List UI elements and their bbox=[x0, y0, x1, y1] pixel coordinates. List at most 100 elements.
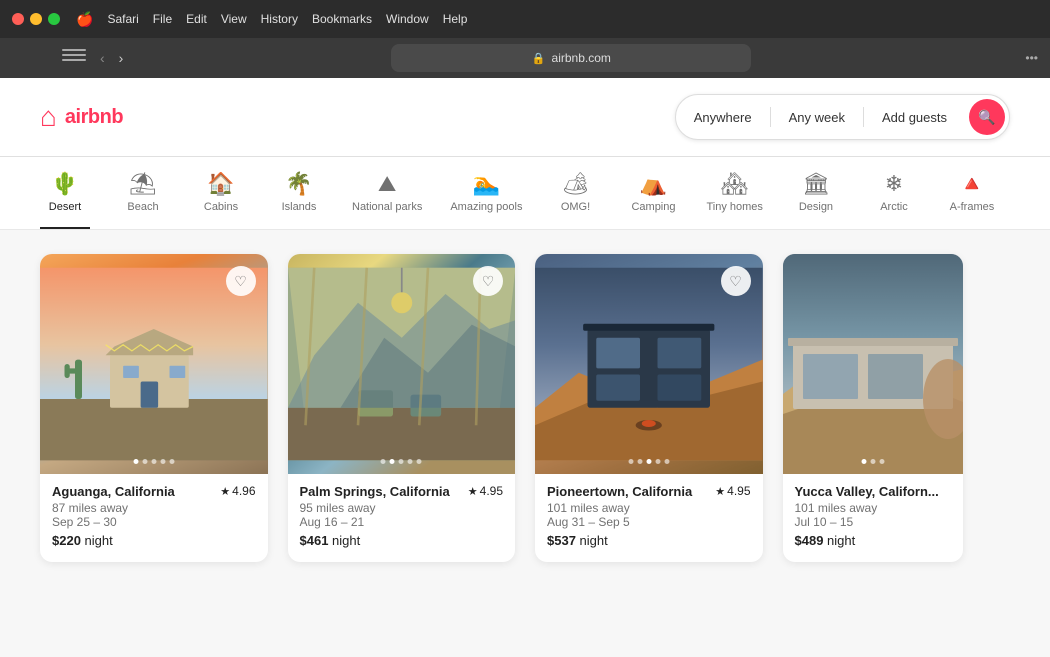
address-bar[interactable]: 🔒 airbnb.com bbox=[391, 44, 751, 72]
national-parks-label: National parks bbox=[352, 201, 422, 213]
listing-price-unit-1: night bbox=[85, 533, 113, 548]
design-label: Design bbox=[799, 201, 833, 213]
forward-button[interactable]: › bbox=[115, 48, 128, 68]
a-frames-label: A-frames bbox=[950, 201, 995, 213]
category-cabins[interactable]: 🏠 Cabins bbox=[196, 173, 246, 229]
mac-menu-bar: 🍎 Safari File Edit View History Bookmark… bbox=[0, 0, 1050, 38]
main-search-bar[interactable]: Anywhere Any week Add guests 🔍 bbox=[675, 94, 1010, 140]
airbnb-logo-icon: ⌂ bbox=[40, 101, 57, 133]
category-omg[interactable]: 🏕 OMG! bbox=[550, 173, 600, 229]
dot-3-4 bbox=[655, 459, 660, 464]
lock-icon: 🔒 bbox=[532, 52, 546, 65]
arctic-label: Arctic bbox=[880, 201, 908, 213]
browser-menu-dots[interactable]: ••• bbox=[1025, 51, 1038, 65]
back-button[interactable]: ‹ bbox=[96, 48, 109, 68]
islands-label: Islands bbox=[282, 201, 317, 213]
dot-3 bbox=[151, 459, 156, 464]
file-menu[interactable]: File bbox=[153, 12, 172, 26]
listing-price-unit-2: night bbox=[332, 533, 360, 548]
star-icon-1: ★ bbox=[220, 485, 230, 498]
dot-4 bbox=[160, 459, 165, 464]
listings-grid: ♡ Aguanga, California ★ 4.96 87 bbox=[0, 230, 1050, 586]
arctic-icon: ❄ bbox=[885, 173, 903, 195]
listing-card-2[interactable]: ♡ Palm Springs, California ★ 4.95 bbox=[288, 254, 516, 562]
browser-content: ⌂ airbnb Anywhere Any week Add guests 🔍 … bbox=[0, 78, 1050, 657]
category-arctic[interactable]: ❄ Arctic bbox=[869, 173, 919, 229]
listing-card-3[interactable]: ♡ Pioneertown, California ★ 4.95 bbox=[535, 254, 763, 562]
dot-4-3 bbox=[879, 459, 884, 464]
favorite-button-2[interactable]: ♡ bbox=[473, 266, 503, 296]
camping-label: Camping bbox=[631, 201, 675, 213]
dot-3-3 bbox=[646, 459, 651, 464]
edit-menu[interactable]: Edit bbox=[186, 12, 207, 26]
view-menu[interactable]: View bbox=[221, 12, 247, 26]
listing-dates-1: Sep 25 – 30 bbox=[52, 515, 256, 529]
listing-price-unit-4: night bbox=[827, 533, 855, 548]
add-guests-pill[interactable]: Add guests bbox=[864, 100, 965, 135]
listing-price-4: $489 night bbox=[795, 533, 951, 548]
category-beach[interactable]: ⛱ Beach bbox=[118, 173, 168, 229]
safari-menu[interactable]: Safari bbox=[107, 12, 138, 26]
amazing-pools-label: Amazing pools bbox=[450, 201, 522, 213]
maximize-button[interactable] bbox=[48, 13, 60, 25]
listing-dates-3: Aug 31 – Sep 5 bbox=[547, 515, 751, 529]
listing-distance-2: 95 miles away bbox=[300, 501, 504, 515]
listing-location-2: Palm Springs, California bbox=[300, 484, 450, 499]
category-design[interactable]: 🏛 Design bbox=[791, 173, 841, 229]
nav-arrows: ‹ › bbox=[96, 48, 127, 68]
category-tiny-homes[interactable]: 🏘 Tiny homes bbox=[706, 173, 762, 229]
listing-price-2: $461 night bbox=[300, 533, 504, 548]
dot-2-4 bbox=[408, 459, 413, 464]
tiny-homes-label: Tiny homes bbox=[706, 201, 762, 213]
listing-info-1: Aguanga, California ★ 4.96 87 miles away… bbox=[40, 474, 268, 562]
any-week-pill[interactable]: Any week bbox=[771, 100, 863, 135]
listing-info-2: Palm Springs, California ★ 4.95 95 miles… bbox=[288, 474, 516, 562]
listing-card-4[interactable]: Yucca Valley, Californ... 101 miles away… bbox=[783, 254, 963, 562]
amazing-pools-icon: 🏊 bbox=[473, 173, 500, 195]
category-camping[interactable]: ⛺ Camping bbox=[628, 173, 678, 229]
anywhere-pill[interactable]: Anywhere bbox=[676, 100, 770, 135]
category-national-parks[interactable]: ⛰ National parks bbox=[352, 173, 422, 229]
listing-location-3: Pioneertown, California bbox=[547, 484, 692, 499]
category-a-frames[interactable]: 🔺 A-frames bbox=[947, 173, 997, 229]
apple-menu[interactable]: 🍎 bbox=[76, 11, 93, 28]
dot-3-1 bbox=[628, 459, 633, 464]
category-islands[interactable]: 🌴 Islands bbox=[274, 173, 324, 229]
dot-2-2 bbox=[390, 459, 395, 464]
category-desert[interactable]: 🌵 Desert bbox=[40, 173, 90, 229]
dot-3-2 bbox=[637, 459, 642, 464]
rating-value-1: 4.96 bbox=[232, 484, 255, 498]
star-icon-3: ★ bbox=[715, 485, 725, 498]
listing-info-4: Yucca Valley, Californ... 101 miles away… bbox=[783, 474, 963, 562]
listing-price-3: $537 night bbox=[547, 533, 751, 548]
islands-icon: 🌴 bbox=[285, 173, 312, 195]
airbnb-logo-text: airbnb bbox=[65, 106, 123, 129]
image-dots-2 bbox=[381, 459, 422, 464]
beach-icon: ⛱ bbox=[129, 173, 157, 195]
help-menu[interactable]: Help bbox=[443, 12, 468, 26]
omg-label: OMG! bbox=[561, 201, 590, 213]
category-nav: 🌵 Desert ⛱ Beach 🏠 Cabins 🌴 Islands ⛰ Na… bbox=[0, 157, 1050, 230]
dot-2-5 bbox=[417, 459, 422, 464]
close-button[interactable] bbox=[12, 13, 24, 25]
image-dots-4 bbox=[861, 459, 884, 464]
dot-2 bbox=[142, 459, 147, 464]
listing-card-1[interactable]: ♡ Aguanga, California ★ 4.96 87 bbox=[40, 254, 268, 562]
cabins-label: Cabins bbox=[204, 201, 238, 213]
listing-location-4: Yucca Valley, Californ... bbox=[795, 484, 939, 499]
star-icon-2: ★ bbox=[468, 485, 478, 498]
listing-distance-4: 101 miles away bbox=[795, 501, 951, 515]
history-menu[interactable]: History bbox=[261, 12, 298, 26]
bookmarks-menu[interactable]: Bookmarks bbox=[312, 12, 372, 26]
minimize-button[interactable] bbox=[30, 13, 42, 25]
beach-label: Beach bbox=[127, 201, 158, 213]
search-button[interactable]: 🔍 bbox=[969, 99, 1005, 135]
traffic-lights bbox=[12, 13, 60, 25]
favorite-button-3[interactable]: ♡ bbox=[721, 266, 751, 296]
favorite-button-1[interactable]: ♡ bbox=[226, 266, 256, 296]
window-menu[interactable]: Window bbox=[386, 12, 429, 26]
listing-rating-2: ★ 4.95 bbox=[468, 484, 503, 498]
sidebar-toggle[interactable] bbox=[62, 49, 86, 67]
dot-2-1 bbox=[381, 459, 386, 464]
category-amazing-pools[interactable]: 🏊 Amazing pools bbox=[450, 173, 522, 229]
